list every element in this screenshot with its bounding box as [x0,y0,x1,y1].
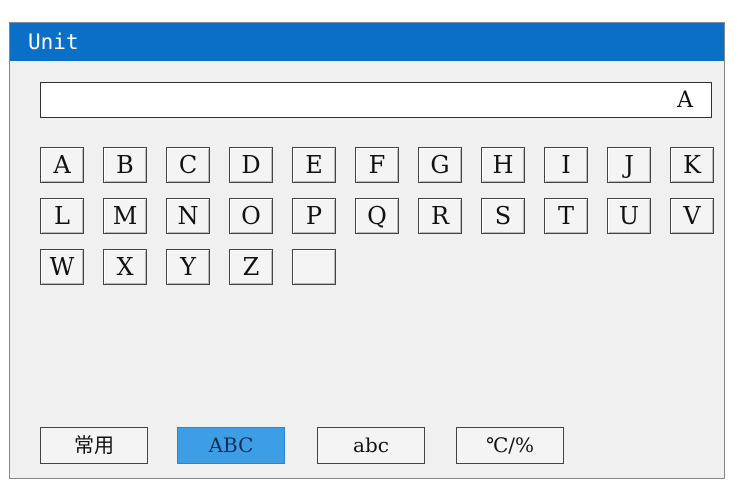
key-g[interactable]: G [418,147,462,183]
key-t[interactable]: T [544,198,588,234]
key-s[interactable]: S [481,198,525,234]
key-n[interactable]: N [166,198,210,234]
unit-input-dialog: Unit A A B C D E F G H I J K L M N O P Q… [9,22,725,479]
key-u[interactable]: U [607,198,651,234]
key-y[interactable]: Y [166,249,210,285]
key-m[interactable]: M [103,198,147,234]
key-h[interactable]: H [481,147,525,183]
dialog-title: Unit [10,23,724,61]
key-x[interactable]: X [103,249,147,285]
key-i[interactable]: I [544,147,588,183]
key-c[interactable]: C [166,147,210,183]
key-l[interactable]: L [40,198,84,234]
key-b[interactable]: B [103,147,147,183]
mode-common-button[interactable]: 常用 [40,427,148,464]
mode-symbol-button[interactable]: ℃/% [456,427,564,464]
mode-uppercase-button[interactable]: ABC [177,427,285,464]
key-z[interactable]: Z [229,249,273,285]
key-r[interactable]: R [418,198,462,234]
key-q[interactable]: Q [355,198,399,234]
key-v[interactable]: V [670,198,714,234]
key-j[interactable]: J [607,147,651,183]
key-space[interactable] [292,249,336,285]
key-w[interactable]: W [40,249,84,285]
key-e[interactable]: E [292,147,336,183]
key-d[interactable]: D [229,147,273,183]
unit-value-display: A [40,82,712,118]
key-f[interactable]: F [355,147,399,183]
key-p[interactable]: P [292,198,336,234]
key-o[interactable]: O [229,198,273,234]
mode-lowercase-button[interactable]: abc [317,427,425,464]
key-a[interactable]: A [40,147,84,183]
key-k[interactable]: K [670,147,714,183]
